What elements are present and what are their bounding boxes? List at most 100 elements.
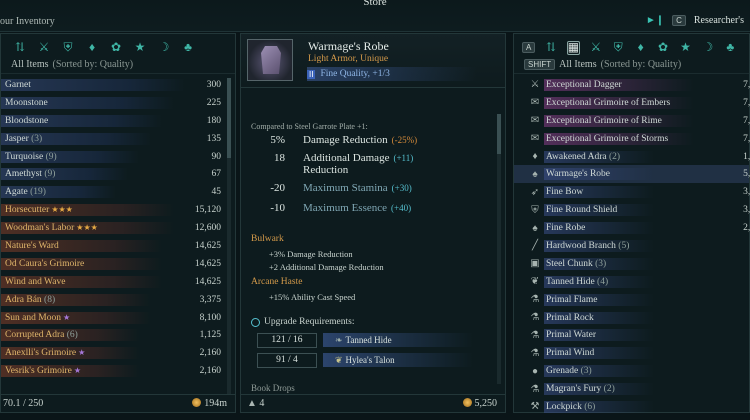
accessory-filter-icon[interactable]: ♦ bbox=[85, 40, 99, 55]
inventory-row[interactable]: Nature's Ward 14,625 bbox=[1, 237, 235, 255]
store-row[interactable]: ✉ Exceptional Grimoire of Embers 7,2 bbox=[514, 94, 750, 112]
robe-icon: ♠ bbox=[532, 222, 538, 234]
store-row[interactable]: ⚗ Magran's Fury (2) bbox=[514, 380, 749, 398]
dagger-icon: ⚔ bbox=[530, 79, 540, 91]
item-name-label: Moonstone bbox=[5, 97, 48, 108]
store-row[interactable]: ⚒ Lockpick (6) bbox=[514, 398, 749, 416]
store-row[interactable]: ♠ Warmage's Robe 5,2 bbox=[514, 165, 750, 184]
store-row[interactable]: ⚗Primal Flame1 bbox=[514, 291, 749, 309]
item-value: 45 bbox=[211, 187, 222, 198]
enchant-arcane-haste-title: Arcane Haste bbox=[251, 277, 303, 287]
quest-filter-icon[interactable]: ♣ bbox=[724, 40, 737, 55]
researcher-label: Researcher's bbox=[693, 15, 744, 26]
item-detail-scrollbar[interactable] bbox=[497, 114, 501, 384]
item-name-label: Fine Robe bbox=[546, 223, 586, 234]
quality-star-icon: ★★★ bbox=[76, 223, 98, 233]
item-name-label: Exceptional Dagger bbox=[546, 79, 622, 90]
inventory-row[interactable]: Jasper (3) 135 bbox=[1, 130, 235, 148]
store-list-header[interactable]: SHIFT All Items (Sorted by: Quality) bbox=[514, 56, 749, 74]
stat-maximum-stamina: -20 Maximum Stamina (+30) bbox=[270, 182, 412, 194]
inventory-row[interactable]: Corrupted Adra (6) 1,125 bbox=[1, 326, 235, 344]
store-row[interactable]: ✉ Exceptional Grimoire of Storms 7,2 bbox=[514, 130, 750, 148]
inventory-row[interactable]: Bloodstone 180 bbox=[1, 112, 235, 130]
weapons-filter-icon[interactable]: ⚔ bbox=[37, 40, 51, 55]
pick-icon: ⚒ bbox=[530, 401, 540, 413]
ingredients-filter-icon[interactable]: ✿ bbox=[656, 40, 669, 55]
item-name-label: Exceptional Grimoire of Embers bbox=[546, 97, 671, 108]
inventory-row[interactable]: Vesrik's Grimoire ★ 2,160 bbox=[1, 362, 235, 380]
quality-star-icon: ★ bbox=[78, 348, 86, 358]
quest-filter-icon[interactable]: ♣ bbox=[181, 40, 195, 55]
store-row[interactable]: ● Grenade (3) bbox=[514, 362, 749, 380]
ingredients-filter-icon[interactable]: ✿ bbox=[109, 40, 123, 55]
item-value: 300 bbox=[206, 79, 221, 90]
requirement-tanned-hide: 121 / 16 ❧ Tanned Hide bbox=[257, 332, 473, 348]
key-hint: C bbox=[672, 15, 686, 26]
store-row[interactable]: ▣ Steel Chunk (3) bbox=[514, 255, 749, 273]
inventory-row[interactable]: Adra Bán (8) 3,375 bbox=[1, 291, 235, 309]
item-weight: ▲ 4 bbox=[247, 398, 265, 409]
inventory-list-header[interactable]: All Items (Sorted by: Quality) bbox=[1, 56, 235, 74]
store-row[interactable]: ♠ Fine Robe 2,7 bbox=[514, 219, 750, 237]
inventory-row[interactable]: Moonstone 225 bbox=[1, 94, 235, 112]
inventory-scrollbar[interactable] bbox=[227, 78, 231, 394]
misc-filter-icon[interactable]: ☽ bbox=[157, 40, 171, 55]
item-value: 7,2 bbox=[743, 97, 750, 108]
potions-filter-icon[interactable]: ★ bbox=[133, 40, 147, 55]
store-row[interactable]: ➶ Fine Bow 3,6 bbox=[514, 183, 750, 201]
item-image bbox=[247, 39, 293, 81]
armor-filter-icon[interactable]: ⛨ bbox=[612, 40, 625, 55]
store-row[interactable]: ✉ Exceptional Grimoire of Rime 7,2 bbox=[514, 112, 750, 130]
inventory-row[interactable]: Sun and Moon ★ 8,100 bbox=[1, 309, 235, 327]
inventory-row[interactable]: Agate (19) 45 bbox=[1, 183, 235, 201]
top-bar: Store our Inventory ►❙ C Researcher's bbox=[0, 0, 750, 32]
all-filter-icon[interactable]: ⇅ bbox=[544, 40, 557, 55]
inventory-row[interactable]: Garnet 300 bbox=[1, 76, 235, 94]
inventory-money: 194m bbox=[192, 398, 227, 409]
item-footer: ▲ 4 5,250 bbox=[241, 394, 505, 412]
store-row[interactable]: ♦ Awakened Adra (2) 1,8 bbox=[514, 148, 750, 166]
item-value: 225 bbox=[206, 97, 221, 108]
accessory-filter-icon[interactable]: ♦ bbox=[634, 40, 647, 55]
inventory-row[interactable]: Wind and Wave 14,625 bbox=[1, 273, 235, 291]
inventory-row[interactable]: Anexlli's Grimoire ★ 2,160 bbox=[1, 344, 235, 362]
armory-filter-icon[interactable]: ▦ bbox=[566, 40, 581, 55]
flask-icon: ⚗ bbox=[530, 294, 540, 306]
researcher-tab[interactable]: ►❙ C Researcher's bbox=[646, 15, 744, 26]
partial-section-title: Book Drops bbox=[251, 383, 295, 393]
store-row[interactable]: ╱ Hardwood Branch (5) bbox=[514, 237, 749, 255]
store-list: ⚔ Exceptional Dagger 7,2 ✉ Exceptional Grimo… bbox=[514, 76, 750, 416]
item-value: 14,625 bbox=[194, 258, 221, 269]
inventory-row[interactable]: Amethyst (9) 67 bbox=[1, 165, 235, 183]
store-row[interactable]: ❦ Tanned Hide (4) bbox=[514, 273, 749, 291]
item-value: 5,2 bbox=[743, 169, 750, 180]
item-name-label: Primal Flame bbox=[546, 294, 598, 305]
store-row[interactable]: ⚗Primal Wind1 bbox=[514, 344, 749, 362]
item-name-label: Grenade (3) bbox=[546, 366, 592, 377]
item-detail-scroll-thumb[interactable] bbox=[497, 114, 501, 154]
misc-filter-icon[interactable]: ☽ bbox=[701, 40, 714, 55]
store-row[interactable]: ⚔ Exceptional Dagger 7,2 bbox=[514, 76, 750, 94]
store-row[interactable]: ⚗Primal Water1 bbox=[514, 326, 749, 344]
item-name-label: Fine Round Shield bbox=[546, 205, 618, 216]
potions-filter-icon[interactable]: ★ bbox=[679, 40, 692, 55]
store-row[interactable]: ⚗Primal Rock1 bbox=[514, 309, 749, 327]
inventory-row[interactable]: Woodman's Labor ★★★ 12,600 bbox=[1, 219, 235, 237]
weapons-filter-icon[interactable]: ⚔ bbox=[589, 40, 602, 55]
inventory-scroll-thumb[interactable] bbox=[227, 78, 231, 158]
inventory-row[interactable]: Turquoise (9) 90 bbox=[1, 148, 235, 166]
requirement-hyleas-talon: 91 / 4 ❦ Hylea's Talon bbox=[257, 352, 473, 368]
all-filter-icon[interactable]: ⇅ bbox=[13, 40, 27, 55]
inventory-row[interactable]: Od Caura's Grimoire 14,625 bbox=[1, 255, 235, 273]
armor-filter-icon[interactable]: ⛨ bbox=[61, 40, 75, 55]
item-value: 2,160 bbox=[199, 348, 221, 359]
prev-filter-key[interactable]: A bbox=[522, 42, 536, 53]
inventory-row[interactable]: Horsecutter ★★★ 15,120 bbox=[1, 201, 235, 219]
item-name-label: Nature's Ward bbox=[5, 240, 59, 251]
item-name-label: Wind and Wave bbox=[5, 276, 66, 287]
item-name-label: Lockpick (6) bbox=[546, 401, 596, 412]
item-name-label: Primal Wind bbox=[546, 348, 595, 359]
store-row[interactable]: ⛨ Fine Round Shield 3,0 bbox=[514, 201, 750, 219]
enchant-bulwark-title: Bulwark bbox=[251, 234, 284, 244]
flask-icon: ⚗ bbox=[530, 312, 540, 324]
